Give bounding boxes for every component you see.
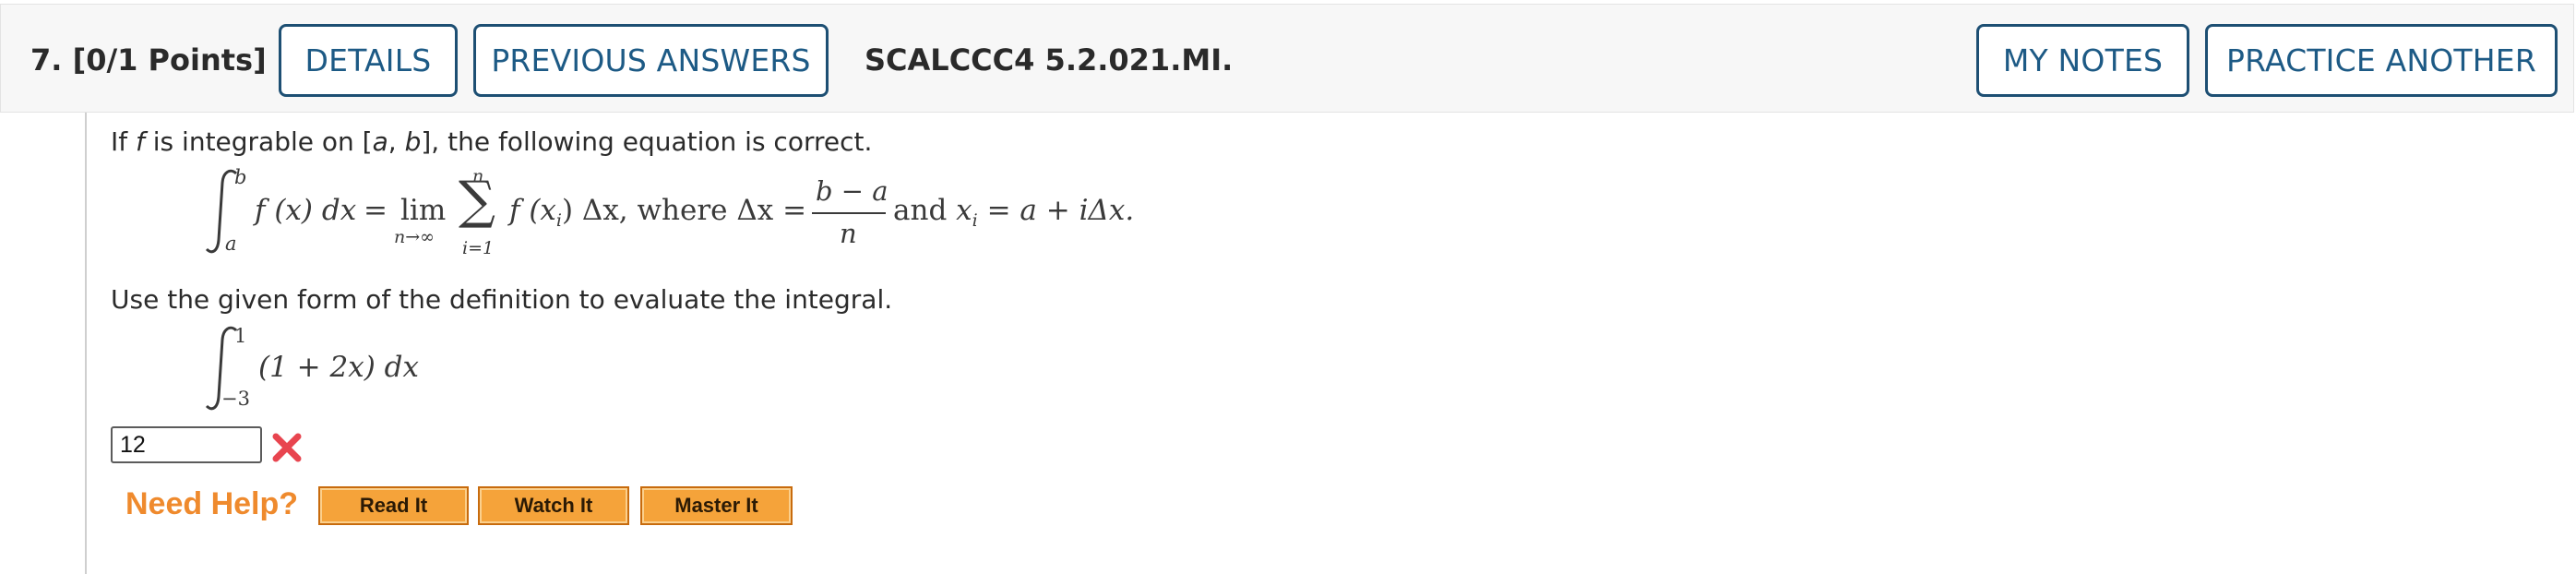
lim-subscript: n→∞ <box>394 227 435 247</box>
sum-lower-limit: i=1 <box>462 238 495 258</box>
previous-answers-button[interactable]: PREVIOUS ANSWERS <box>473 24 829 97</box>
fraction-numerator: b − a <box>816 175 888 207</box>
intro-text: is integrable on [ <box>144 126 373 157</box>
integral-integrand: f (x) dx <box>255 194 357 227</box>
question-header: 7. [0/1 Points] DETAILS PREVIOUS ANSWERS… <box>0 4 2574 113</box>
fraction-bar <box>812 212 886 214</box>
content-left-border <box>85 113 87 574</box>
equals-sign: = <box>364 194 388 227</box>
details-button[interactable]: DETAILS <box>279 24 458 97</box>
practice-another-button[interactable]: PRACTICE ANOTHER <box>2205 24 2558 97</box>
answer-input[interactable] <box>111 426 262 463</box>
watch-it-button[interactable]: Watch It <box>478 486 629 525</box>
xi-lhs: x <box>956 194 972 227</box>
sum-term-f: f (x <box>509 194 556 227</box>
integral-lower-limit: −3 <box>221 388 250 410</box>
intro-b: b <box>404 126 422 157</box>
question-code: SCALCCC4 5.2.021.MI. <box>865 42 1234 78</box>
xi-definition: and xi = a + iΔx. <box>893 194 1134 231</box>
integral-integrand: (1 + 2x) dx <box>258 351 419 384</box>
integral-upper-limit: b <box>234 166 247 188</box>
problem-intro: If f is integrable on [a, b], the follow… <box>111 126 872 157</box>
master-it-button[interactable]: Master It <box>640 486 793 525</box>
xi-rhs: = a + iΔx. <box>986 194 1135 227</box>
read-it-button[interactable]: Read It <box>318 486 469 525</box>
and-text: and <box>893 194 948 227</box>
intro-text: If <box>111 126 137 157</box>
incorrect-x-icon <box>272 433 302 462</box>
my-notes-button[interactable]: MY NOTES <box>1976 24 2189 97</box>
intro-a: a <box>372 126 388 157</box>
sum-term-end: ) Δx, where Δx = <box>561 194 807 227</box>
lim-text: lim <box>400 194 447 227</box>
integral-upper-limit: 1 <box>234 325 247 347</box>
intro-f: f <box>136 126 145 157</box>
question-number-points: 7. [0/1 Points] <box>30 42 267 78</box>
integral-lower-limit: a <box>225 233 237 255</box>
intro-text: ], the following equation is correct. <box>421 126 873 157</box>
xi-sub: i <box>972 210 978 232</box>
intro-text: , <box>388 126 405 157</box>
sum-term: f (xi) Δx, where Δx = <box>509 194 806 231</box>
instruction-text: Use the given form of the definition to … <box>111 284 893 315</box>
fraction-denominator: n <box>840 218 857 249</box>
summation-sign-icon: ∑ <box>459 171 495 231</box>
need-help-label: Need Help? <box>125 486 299 521</box>
